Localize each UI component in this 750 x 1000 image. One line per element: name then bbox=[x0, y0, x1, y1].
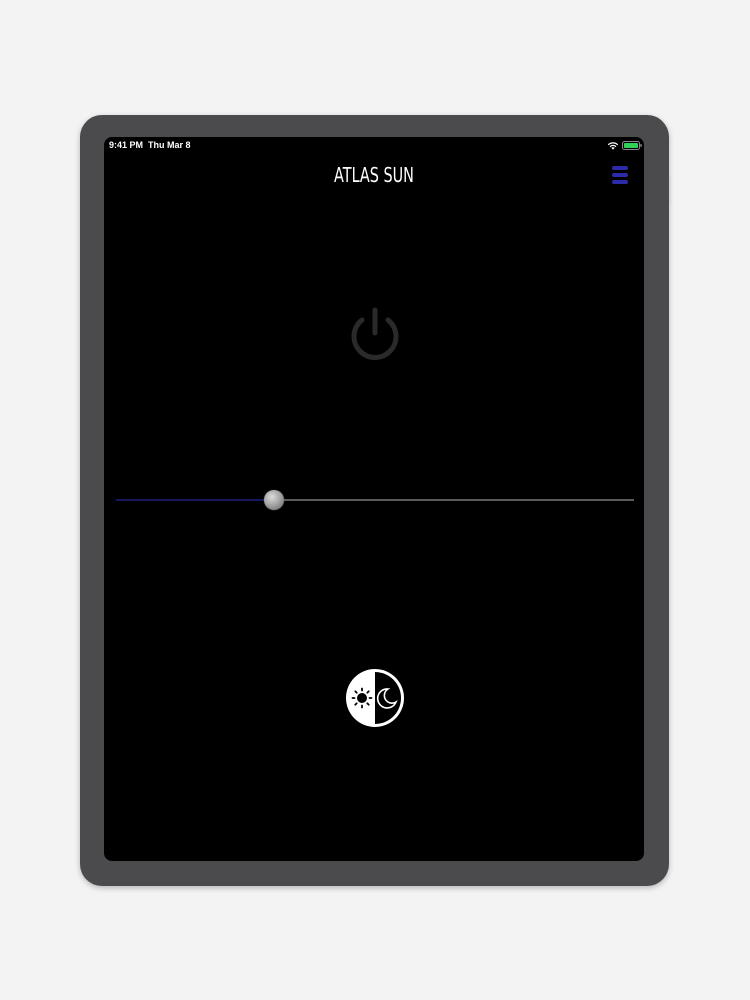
slider-thumb[interactable] bbox=[264, 490, 284, 510]
hamburger-menu-icon bbox=[612, 166, 628, 184]
slider-track-filled bbox=[116, 499, 274, 501]
menu-button[interactable] bbox=[609, 164, 631, 186]
status-time: 9:41 PM bbox=[109, 140, 144, 150]
device-screen: 9:41 PM Thu Mar 8 ATLAS SUN bbox=[104, 137, 644, 861]
power-button[interactable] bbox=[344, 303, 406, 365]
device-side-button bbox=[669, 175, 671, 203]
power-icon bbox=[351, 307, 399, 360]
status-bar: 9:41 PM Thu Mar 8 bbox=[104, 137, 644, 153]
sun-icon bbox=[351, 687, 373, 709]
status-date: Thu Mar 8 bbox=[148, 140, 191, 150]
brightness-slider[interactable] bbox=[116, 489, 634, 511]
day-night-toggle-button[interactable] bbox=[344, 667, 406, 729]
wifi-icon bbox=[607, 142, 619, 150]
app-title: ATLAS SUN bbox=[334, 163, 414, 187]
slider-track-remaining bbox=[274, 499, 634, 501]
battery-icon bbox=[622, 141, 642, 150]
day-night-toggle-icon bbox=[346, 669, 404, 727]
